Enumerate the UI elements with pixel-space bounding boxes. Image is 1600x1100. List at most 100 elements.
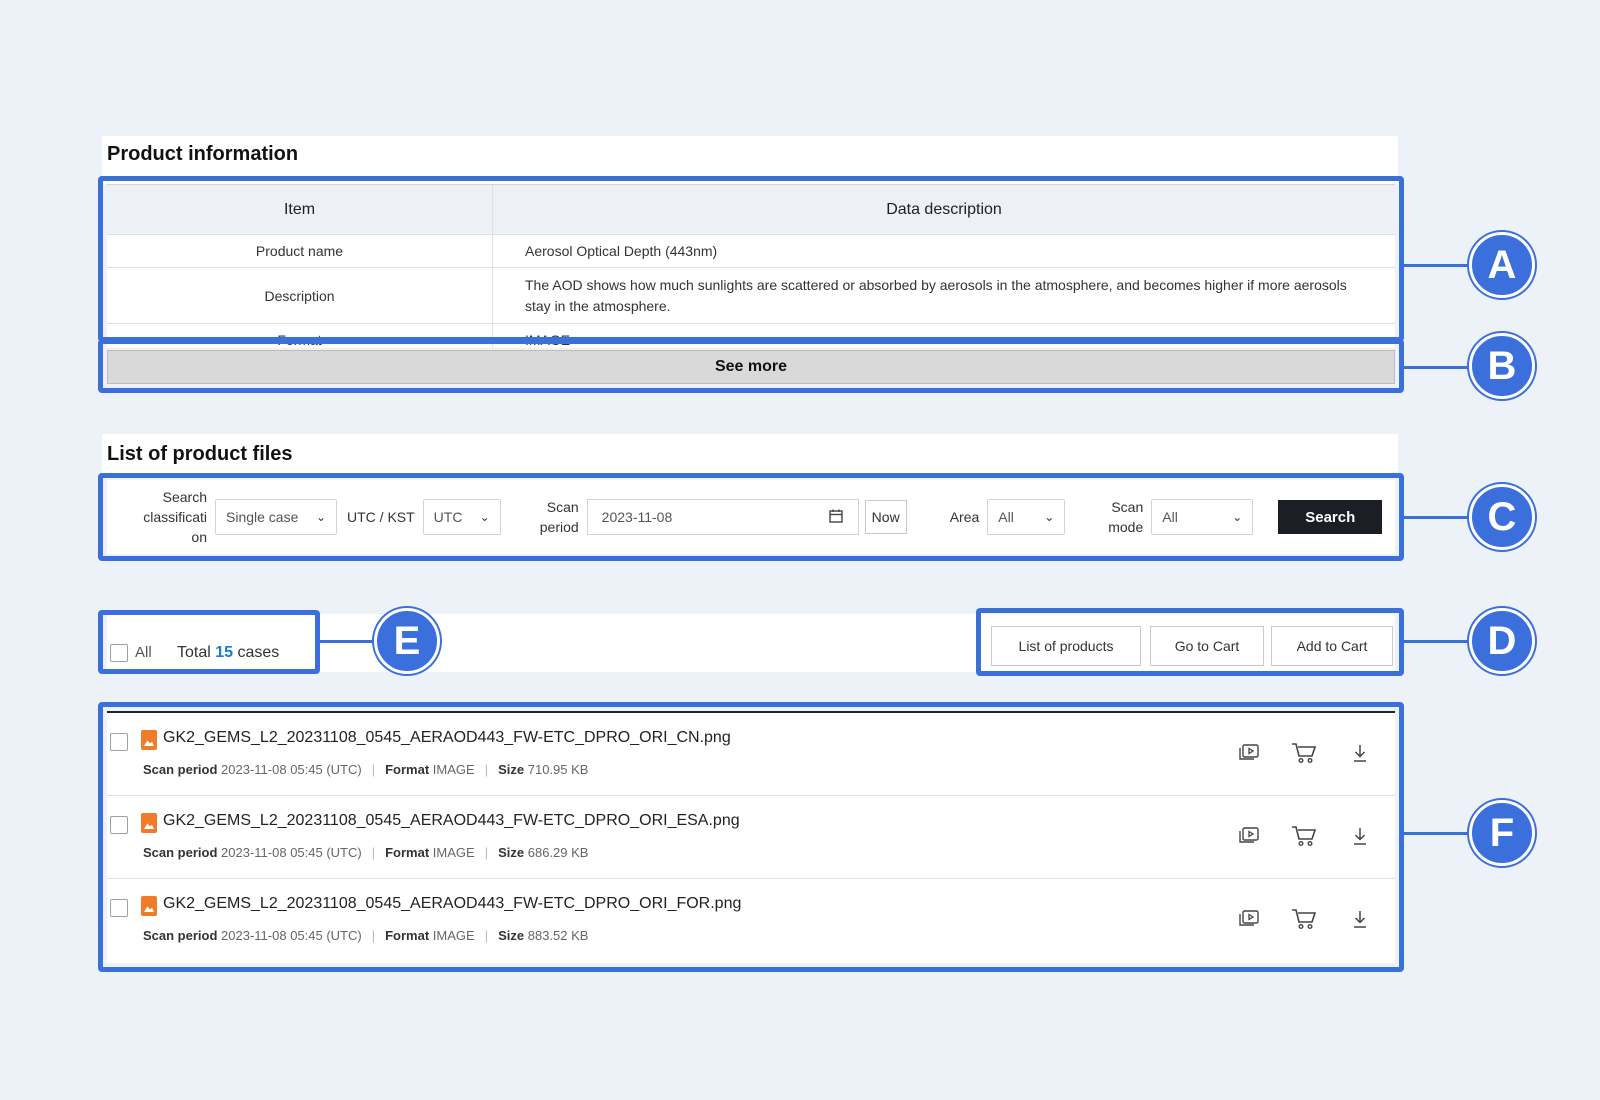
- row-item: Product name: [107, 235, 493, 267]
- see-more-button[interactable]: See more: [107, 350, 1395, 384]
- area-select[interactable]: All ⌄: [987, 499, 1066, 535]
- file-name[interactable]: GK2_GEMS_L2_20231108_0545_AERAOD443_FW-E…: [163, 895, 741, 913]
- calendar-icon[interactable]: [828, 508, 844, 527]
- meta-label: Size: [498, 762, 525, 777]
- total-count-text: Total 15 cases: [177, 644, 279, 662]
- connector-e: [320, 640, 380, 643]
- cart-icon[interactable]: [1291, 741, 1317, 765]
- meta-label: Scan period: [143, 762, 218, 777]
- connector-d: [1404, 640, 1470, 643]
- list-item: GK2_GEMS_L2_20231108_0545_AERAOD443_FW-E…: [107, 713, 1395, 796]
- cart-icon[interactable]: [1291, 907, 1317, 931]
- meta-value: 686.29 KB: [527, 845, 589, 860]
- row-desc: IMAGE: [525, 331, 571, 348]
- badge-c: C: [1469, 484, 1535, 550]
- scan-mode-label: Scan mode: [1093, 497, 1143, 537]
- row-item: Format: [107, 324, 493, 348]
- table-row: Format IMAGE: [107, 324, 1395, 348]
- file-meta: Scan period 2023-11-08 05:45 (UTC) | Forma…: [143, 928, 588, 943]
- scan-period-date-input[interactable]: 2023-11-08: [586, 499, 859, 535]
- item-header: Item: [107, 185, 493, 234]
- image-file-icon: [141, 730, 157, 750]
- cart-icon[interactable]: [1291, 824, 1317, 848]
- label-line: classificati: [143, 509, 207, 525]
- row-desc: The AOD shows how much sunlights are sca…: [525, 276, 1347, 314]
- image-file-icon: [141, 813, 157, 833]
- total-count: 15: [215, 644, 234, 661]
- select-value: All: [1162, 509, 1178, 525]
- product-info-table: Item Data description Product name Aeros…: [107, 184, 1395, 348]
- file-name[interactable]: GK2_GEMS_L2_20231108_0545_AERAOD443_FW-E…: [163, 812, 740, 830]
- list-of-products-button[interactable]: List of products: [991, 626, 1141, 666]
- preview-icon[interactable]: [1236, 741, 1262, 765]
- row-desc: Aerosol Optical Depth (443nm): [525, 242, 718, 259]
- total-prefix: Total: [177, 644, 211, 661]
- meta-value: 883.52 KB: [527, 928, 589, 943]
- chevron-down-icon: ⌄: [1232, 510, 1243, 524]
- file-meta: Scan period 2023-11-08 05:45 (UTC) | Forma…: [143, 762, 588, 777]
- go-to-cart-button[interactable]: Go to Cart: [1150, 626, 1264, 666]
- timezone-select[interactable]: UTC ⌄: [422, 499, 501, 535]
- search-classification-label: Search classificati on: [107, 487, 207, 547]
- label-line: mode: [1108, 519, 1144, 535]
- download-icon[interactable]: [1347, 741, 1373, 765]
- desc-header: Data description: [886, 201, 1002, 218]
- meta-value: 2023-11-08 05:45 (UTC): [221, 845, 362, 860]
- label-line: Scan: [546, 499, 579, 515]
- meta-label: Format: [385, 845, 430, 860]
- table-row: Product name Aerosol Optical Depth (443n…: [107, 235, 1395, 268]
- connector-b: [1404, 366, 1470, 369]
- file-list: GK2_GEMS_L2_20231108_0545_AERAOD443_FW-E…: [107, 711, 1395, 963]
- file-name[interactable]: GK2_GEMS_L2_20231108_0545_AERAOD443_FW-E…: [163, 729, 731, 747]
- select-all-checkbox[interactable]: [110, 644, 128, 662]
- meta-value: IMAGE: [432, 928, 475, 943]
- search-button[interactable]: Search: [1278, 500, 1383, 534]
- badge-a: A: [1469, 232, 1535, 298]
- badge-b: B: [1469, 333, 1535, 399]
- select-value: All: [998, 509, 1014, 525]
- search-filter-bar: Search classificati on Single case ⌄ UTC…: [107, 480, 1395, 554]
- connector-c: [1404, 516, 1470, 519]
- select-value: Single case: [226, 509, 299, 525]
- date-value: 2023-11-08: [601, 509, 673, 525]
- timezone-label: UTC / KST: [347, 509, 415, 525]
- scan-mode-select[interactable]: All ⌄: [1151, 499, 1254, 535]
- divider: |: [484, 762, 489, 777]
- product-info-title: Product information: [107, 143, 299, 165]
- connector-f: [1404, 832, 1470, 835]
- divider: |: [371, 845, 376, 860]
- label-line: on: [191, 529, 207, 545]
- connector-a: [1404, 264, 1470, 267]
- divider: |: [484, 845, 489, 860]
- chevron-down-icon: ⌄: [479, 510, 490, 524]
- preview-icon[interactable]: [1236, 907, 1262, 931]
- badge-d: D: [1469, 608, 1535, 674]
- download-icon[interactable]: [1347, 824, 1373, 848]
- badge-e: E: [374, 608, 440, 674]
- preview-icon[interactable]: [1236, 824, 1262, 848]
- label-line: Search: [162, 489, 207, 505]
- area-label: Area: [949, 509, 980, 525]
- row-checkbox[interactable]: [110, 816, 128, 834]
- scan-period-label: Scan period: [519, 497, 579, 537]
- meta-value: 2023-11-08 05:45 (UTC): [221, 762, 362, 777]
- now-button[interactable]: Now: [864, 500, 907, 534]
- file-list-panel: [102, 434, 1398, 478]
- chevron-down-icon: ⌄: [315, 510, 326, 524]
- download-icon[interactable]: [1347, 907, 1373, 931]
- row-checkbox[interactable]: [110, 899, 128, 917]
- select-value: UTC: [433, 509, 463, 525]
- total-suffix: cases: [237, 644, 280, 661]
- meta-value: 710.95 KB: [527, 762, 589, 777]
- add-to-cart-button[interactable]: Add to Cart: [1271, 626, 1393, 666]
- label-line: period: [539, 519, 579, 535]
- meta-value: IMAGE: [432, 845, 475, 860]
- select-all-label: All: [135, 644, 152, 661]
- search-classification-select[interactable]: Single case ⌄: [215, 499, 337, 535]
- table-header-row: Item Data description: [107, 185, 1395, 235]
- meta-label: Size: [498, 845, 525, 860]
- meta-value: 2023-11-08 05:45 (UTC): [221, 928, 362, 943]
- badge-f: F: [1469, 800, 1535, 866]
- divider: |: [484, 928, 489, 943]
- row-checkbox[interactable]: [110, 733, 128, 751]
